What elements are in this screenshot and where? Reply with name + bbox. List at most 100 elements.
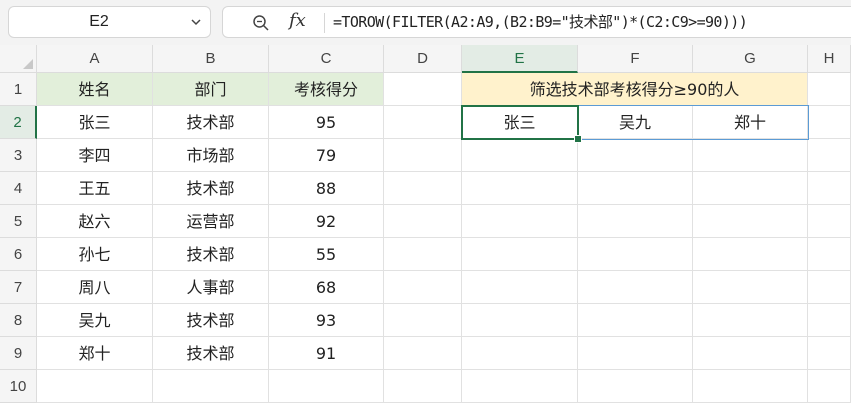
cell-H9[interactable] [808,337,851,370]
cell-H10[interactable] [808,370,851,403]
cell-C8[interactable]: 93 [269,304,384,337]
cell-B6[interactable]: 技术部 [153,238,269,271]
cell-C5[interactable]: 92 [269,205,384,238]
cell-H8[interactable] [808,304,851,337]
cell-B9[interactable]: 技术部 [153,337,269,370]
cell-G10[interactable] [693,370,808,403]
cell-D5[interactable] [384,205,462,238]
cell-H4[interactable] [808,172,851,205]
cell-E5[interactable] [462,205,578,238]
formula-input[interactable]: =TOROW(FILTER(A2:A9,(B2:B9="技术部")*(C2:C9… [333,7,748,37]
cell-A7[interactable]: 周八 [37,271,153,304]
cell-B1[interactable]: 部门 [153,73,269,106]
fx-icon[interactable]: fx [289,10,306,31]
cell-A9[interactable]: 郑十 [37,337,153,370]
cell-B8[interactable]: 技术部 [153,304,269,337]
cell-C2[interactable]: 95 [269,106,384,139]
cell-E8[interactable] [462,304,578,337]
cell-B7[interactable]: 人事部 [153,271,269,304]
column-header-E[interactable]: E [462,45,578,73]
column-header-F[interactable]: F [578,45,693,73]
cell-E3[interactable] [462,139,578,172]
cell-D10[interactable] [384,370,462,403]
cell-F4[interactable] [578,172,693,205]
cell-H6[interactable] [808,238,851,271]
row-header-10[interactable]: 10 [0,370,37,403]
cell-E2[interactable]: 张三 [462,106,578,139]
cell-A5[interactable]: 赵六 [37,205,153,238]
cell-C9[interactable]: 91 [269,337,384,370]
cell-A8[interactable]: 吴九 [37,304,153,337]
cell-A4[interactable]: 王五 [37,172,153,205]
cell-G5[interactable] [693,205,808,238]
column-header-D[interactable]: D [384,45,462,73]
row-header-3[interactable]: 3 [0,139,37,172]
cell-H7[interactable] [808,271,851,304]
cell-B2[interactable]: 技术部 [153,106,269,139]
cell-G2[interactable]: 郑十 [693,106,808,139]
cell-E4[interactable] [462,172,578,205]
column-header-C[interactable]: C [269,45,384,73]
cell-F10[interactable] [578,370,693,403]
cell-H5[interactable] [808,205,851,238]
column-header-A[interactable]: A [37,45,153,73]
cell-D9[interactable] [384,337,462,370]
cell-E6[interactable] [462,238,578,271]
column-header-B[interactable]: B [153,45,269,73]
select-all-corner[interactable] [0,45,37,73]
cell-G3[interactable] [693,139,808,172]
row-header-1[interactable]: 1 [0,73,37,106]
cell-H3[interactable] [808,139,851,172]
cell-C10[interactable] [269,370,384,403]
cell-F6[interactable] [578,238,693,271]
cell-F8[interactable] [578,304,693,337]
cell-A10[interactable] [37,370,153,403]
row-header-6[interactable]: 6 [0,238,37,271]
cell-H1[interactable] [808,73,851,106]
column-header-H[interactable]: H [808,45,851,73]
row-header-5[interactable]: 5 [0,205,37,238]
cell-G4[interactable] [693,172,808,205]
cell-D6[interactable] [384,238,462,271]
cell-E1-merged-title[interactable]: 筛选技术部考核得分≥90的人 [462,73,808,106]
cell-B5[interactable]: 运营部 [153,205,269,238]
cell-H2[interactable] [808,106,851,139]
cell-F9[interactable] [578,337,693,370]
row-header-4[interactable]: 4 [0,172,37,205]
cell-A3[interactable]: 李四 [37,139,153,172]
cell-F2[interactable]: 吴九 [578,106,693,139]
cell-D2[interactable] [384,106,462,139]
cell-D4[interactable] [384,172,462,205]
cell-D7[interactable] [384,271,462,304]
cell-B3[interactable]: 市场部 [153,139,269,172]
cell-E10[interactable] [462,370,578,403]
formula-bar[interactable]: fx =TOROW(FILTER(A2:A9,(B2:B9="技术部")*(C2… [222,6,851,38]
cell-F7[interactable] [578,271,693,304]
cell-D3[interactable] [384,139,462,172]
cell-G6[interactable] [693,238,808,271]
cell-F5[interactable] [578,205,693,238]
row-header-7[interactable]: 7 [0,271,37,304]
cell-F3[interactable] [578,139,693,172]
fill-handle[interactable] [574,135,582,143]
row-header-8[interactable]: 8 [0,304,37,337]
cell-B4[interactable]: 技术部 [153,172,269,205]
cell-C3[interactable]: 79 [269,139,384,172]
cell-B10[interactable] [153,370,269,403]
cell-D1[interactable] [384,73,462,106]
cell-C4[interactable]: 88 [269,172,384,205]
cell-A1[interactable]: 姓名 [37,73,153,106]
magnifier-icon[interactable] [252,14,270,32]
row-header-9[interactable]: 9 [0,337,37,370]
name-box[interactable]: E2 [8,6,211,38]
cell-G7[interactable] [693,271,808,304]
cell-G9[interactable] [693,337,808,370]
cell-D8[interactable] [384,304,462,337]
cell-C7[interactable]: 68 [269,271,384,304]
cell-C6[interactable]: 55 [269,238,384,271]
cell-A2[interactable]: 张三 [37,106,153,139]
column-header-G[interactable]: G [693,45,808,73]
chevron-down-icon[interactable] [190,16,202,28]
row-header-2[interactable]: 2 [0,106,37,139]
cell-A6[interactable]: 孙七 [37,238,153,271]
